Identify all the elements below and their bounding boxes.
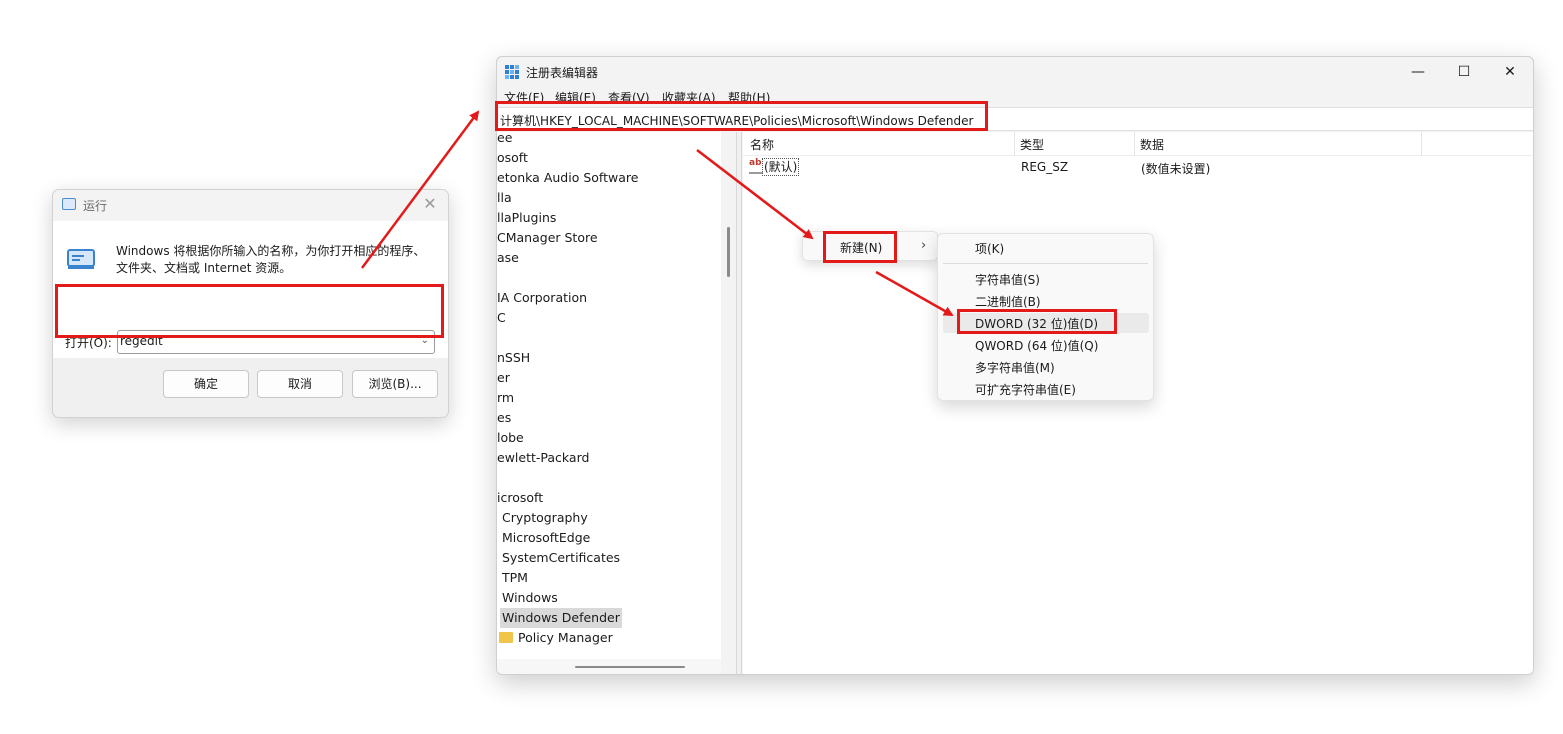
address-path: 计算机\HKEY_LOCAL_MACHINE\SOFTWARE\Policies… — [500, 114, 974, 128]
menu-item-qword-value[interactable]: QWORD (64 位)值(Q) — [975, 337, 1098, 354]
new-submenu: 项(K) 字符串值(S) 二进制值(B) DWORD (32 位)值(D) QW… — [937, 233, 1154, 401]
menu-view[interactable]: 查看(V) — [608, 89, 650, 106]
regedit-app-icon — [505, 65, 519, 79]
run-app-icon — [67, 249, 95, 269]
menu-item-dword-value[interactable]: DWORD (32 位)值(D) — [975, 315, 1098, 332]
menu-help[interactable]: 帮助(H) — [728, 89, 770, 106]
tree-item[interactable]: es — [497, 408, 511, 428]
command-value: regedit — [120, 334, 163, 348]
chevron-right-icon: › — [921, 238, 927, 253]
tree-horizontal-scrollbar[interactable] — [575, 666, 685, 668]
command-input[interactable]: regedit ⌄ — [117, 330, 435, 354]
tree-item[interactable]: lobe — [497, 428, 524, 448]
run-description: Windows 将根据你所输入的名称，为你打开相应的程序、文件夹、文档或 Int… — [116, 244, 426, 275]
column-type[interactable]: 类型 — [1020, 136, 1044, 153]
column-name[interactable]: 名称 — [750, 136, 774, 153]
close-icon[interactable]: ✕ — [1487, 61, 1533, 83]
tree-item-cryptography[interactable]: Cryptography — [500, 508, 590, 528]
tree-item-policy-manager[interactable]: Policy Manager — [499, 628, 613, 648]
tree-item[interactable]: er — [497, 368, 510, 388]
pane-splitter[interactable] — [736, 132, 742, 674]
menu-item-expandable-string-value[interactable]: 可扩充字符串值(E) — [975, 381, 1076, 398]
column-divider[interactable] — [1014, 132, 1015, 156]
tree-item[interactable]: ee — [497, 132, 512, 148]
menu-item-binary-value[interactable]: 二进制值(B) — [975, 293, 1041, 310]
tree-item[interactable]: C — [497, 308, 506, 328]
regedit-menubar: 文件(F) 编辑(E) 查看(V) 收藏夹(A) 帮助(H) — [497, 87, 1533, 107]
menu-favorites[interactable]: 收藏夹(A) — [662, 89, 716, 106]
tree-item[interactable]: etonka Audio Software — [497, 168, 638, 188]
run-dialog: 运行 ✕ Windows 将根据你所输入的名称，为你打开相应的程序、文件夹、文档… — [52, 189, 449, 418]
menu-item-multi-string-value[interactable]: 多字符串值(M) — [975, 359, 1055, 376]
context-menu: 新建(N) › — [802, 231, 938, 261]
regedit-title: 注册表编辑器 — [526, 66, 599, 80]
folder-icon — [499, 632, 513, 643]
run-titlebar: 运行 ✕ — [53, 190, 448, 221]
tree-item[interactable]: osoft — [497, 148, 528, 168]
tree-item-label: Policy Manager — [518, 630, 613, 645]
tree-item[interactable]: IA Corporation — [497, 288, 587, 308]
regedit-titlebar: 注册表编辑器 — ☐ ✕ — [497, 57, 1533, 87]
values-list: 名称 类型 数据 ab (默认) REG_SZ (数值未设置) — [743, 132, 1533, 674]
tree-item-systemcertificates[interactable]: SystemCertificates — [500, 548, 622, 568]
key-tree: ee osoft etonka Audio Software lla llaPl… — [497, 132, 721, 659]
value-type: REG_SZ — [1021, 160, 1069, 174]
ok-button[interactable]: 确定 — [163, 370, 249, 398]
menu-file[interactable]: 文件(F) — [504, 89, 544, 106]
tree-horizontal-scrollbar-track — [497, 659, 721, 674]
run-window-icon — [62, 198, 76, 210]
column-data[interactable]: 数据 — [1140, 136, 1164, 153]
list-header: 名称 类型 数据 — [743, 132, 1533, 156]
maximize-icon[interactable]: ☐ — [1441, 61, 1487, 83]
column-divider[interactable] — [1421, 132, 1422, 156]
browse-button[interactable]: 浏览(B)... — [352, 370, 438, 398]
column-divider[interactable] — [1134, 132, 1135, 156]
tree-item-windows[interactable]: Windows — [500, 588, 560, 608]
chevron-down-icon[interactable]: ⌄ — [421, 335, 429, 346]
tree-item[interactable]: llaPlugins — [497, 208, 556, 228]
menu-edit[interactable]: 编辑(E) — [555, 89, 596, 106]
minimize-icon[interactable]: — — [1395, 61, 1441, 83]
tree-item-windows-defender[interactable]: Windows Defender — [500, 608, 622, 628]
tree-item[interactable]: lla — [497, 188, 512, 208]
tree-item-tpm[interactable]: TPM — [500, 568, 530, 588]
tree-item[interactable]: rm — [497, 388, 514, 408]
table-row[interactable]: ab (默认) REG_SZ (数值未设置) — [743, 158, 1533, 178]
menu-separator — [943, 263, 1148, 264]
open-label: 打开(O): — [65, 336, 112, 350]
tree-item[interactable]: ewlett-Packard — [497, 448, 589, 468]
menu-item-string-value[interactable]: 字符串值(S) — [975, 271, 1040, 288]
tree-item[interactable]: ase — [497, 248, 519, 268]
cancel-button[interactable]: 取消 — [257, 370, 343, 398]
tree-scrollbar[interactable] — [727, 227, 730, 277]
string-value-icon: ab — [749, 159, 763, 174]
tree-item[interactable]: CManager Store — [497, 228, 598, 248]
run-title: 运行 — [83, 199, 108, 213]
tree-item[interactable]: icrosoft — [497, 488, 543, 508]
menu-item-key[interactable]: 项(K) — [975, 240, 1004, 257]
value-data: (数值未设置) — [1141, 162, 1211, 176]
value-name: (默认) — [762, 158, 800, 176]
tree-item[interactable]: nSSH — [497, 348, 530, 368]
menu-item-new[interactable]: 新建(N) — [840, 239, 882, 256]
run-body: Windows 将根据你所输入的名称，为你打开相应的程序、文件夹、文档或 Int… — [53, 221, 448, 358]
address-bar[interactable]: 计算机\HKEY_LOCAL_MACHINE\SOFTWARE\Policies… — [497, 107, 1533, 131]
tree-item-microsoftedge[interactable]: MicrosoftEdge — [500, 528, 592, 548]
close-icon[interactable]: ✕ — [420, 194, 440, 214]
